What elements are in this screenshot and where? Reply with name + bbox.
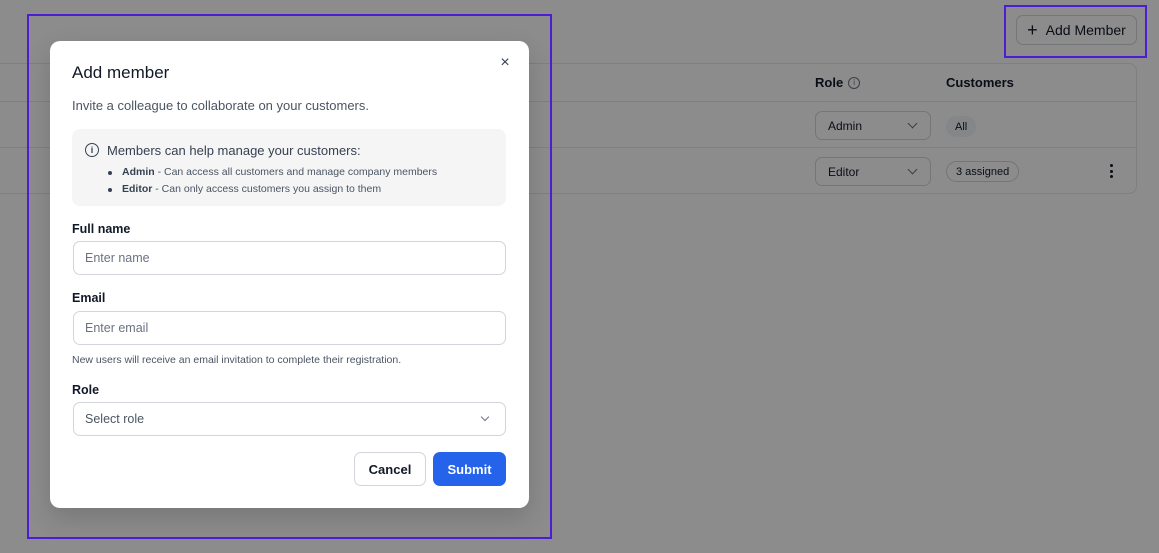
email-helper-text: New users will receive an email invitati… [72, 354, 402, 366]
info-icon: i [85, 143, 99, 157]
dialog-description: Invite a colleague to collaborate on you… [72, 98, 370, 113]
email-label: Email [72, 291, 106, 305]
role-label: Role [72, 383, 100, 397]
chevron-down-icon [480, 412, 490, 422]
role-select[interactable]: Select role [73, 402, 506, 436]
close-icon[interactable]: × [497, 55, 513, 71]
add-member-dialog: × Add member Invite a colleague to colla… [50, 41, 529, 508]
list-item: Admin - Can access all customers and man… [107, 164, 437, 181]
roles-list: Admin - Can access all customers and man… [107, 164, 437, 198]
email-input[interactable] [73, 311, 506, 345]
submit-button[interactable]: Submit [433, 452, 506, 486]
full-name-label: Full name [72, 222, 131, 236]
role-select-placeholder: Select role [85, 412, 145, 426]
info-heading: Members can help manage your customers: [107, 143, 361, 158]
roles-info-box: i Members can help manage your customers… [72, 129, 506, 206]
dialog-title: Add member [72, 63, 170, 82]
list-item: Editor - Can only access customers you a… [107, 181, 437, 198]
full-name-input[interactable] [73, 241, 506, 275]
cancel-button[interactable]: Cancel [354, 452, 426, 486]
